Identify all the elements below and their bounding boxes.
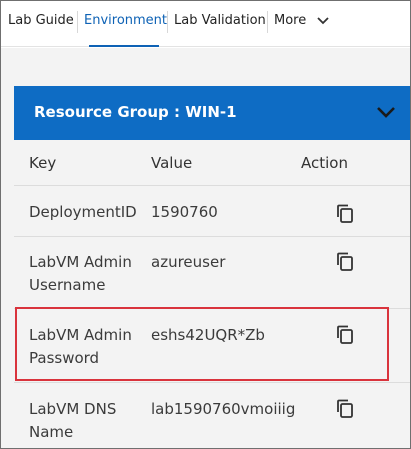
copy-icon[interactable] xyxy=(335,398,355,420)
column-header-key: Key xyxy=(29,154,57,172)
tab-separator xyxy=(77,11,78,33)
table-divider xyxy=(14,185,410,186)
row-key: LabVM Admin xyxy=(29,253,132,271)
chevron-down-icon xyxy=(317,16,330,24)
column-header-action: Action xyxy=(301,154,348,172)
tab-separator xyxy=(167,11,168,33)
active-tab-indicator xyxy=(89,45,159,47)
tab-label: More xyxy=(274,13,307,28)
copy-icon[interactable] xyxy=(335,203,355,225)
environment-panel: Resource Group : WIN-1 Key Value Action … xyxy=(1,48,410,448)
lab-panel: Lab Guide Environment Lab Validation Mor… xyxy=(0,0,411,449)
tab-lab-validation[interactable]: Lab Validation xyxy=(174,13,266,47)
column-header-value: Value xyxy=(151,154,193,172)
resource-group-header[interactable]: Resource Group : WIN-1 xyxy=(14,86,410,140)
row-key-continued: Name xyxy=(29,423,74,441)
row-value: lab1590760vmoiiig xyxy=(151,400,296,418)
row-key-continued: Username xyxy=(29,276,106,294)
copy-icon[interactable] xyxy=(335,251,355,273)
tab-separator xyxy=(267,11,268,33)
row-key: LabVM DNS xyxy=(29,400,117,418)
chevron-down-icon[interactable] xyxy=(374,100,398,124)
tab-bar: Lab Guide Environment Lab Validation Mor… xyxy=(1,1,410,47)
table-divider xyxy=(14,382,410,383)
resource-group-title: Resource Group : WIN-1 xyxy=(34,103,237,121)
tab-label: Environment xyxy=(84,13,168,28)
row-value: azureuser xyxy=(151,253,226,271)
tab-label: Lab Guide xyxy=(8,13,74,28)
tab-lab-guide[interactable]: Lab Guide xyxy=(8,13,74,47)
tab-label: Lab Validation xyxy=(174,13,266,28)
tab-more[interactable]: More xyxy=(274,13,330,47)
row-value: 1590760 xyxy=(151,203,218,221)
tab-environment[interactable]: Environment xyxy=(84,13,167,47)
table-divider xyxy=(14,236,410,237)
password-row-highlight xyxy=(15,307,389,381)
row-key: DeploymentID xyxy=(29,203,137,221)
